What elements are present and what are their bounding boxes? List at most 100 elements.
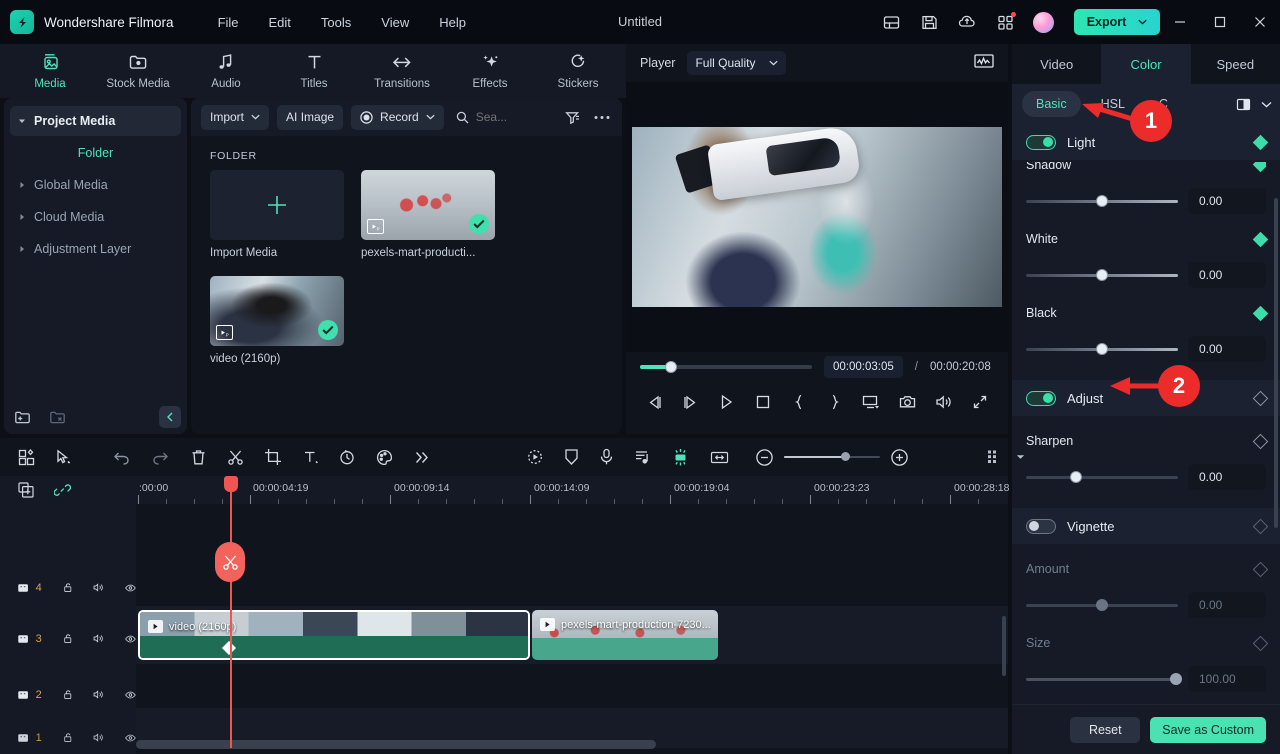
sidebar-item-adjustment-layer[interactable]: Adjustment Layer xyxy=(10,234,181,264)
window-minimize-button[interactable] xyxy=(1160,0,1200,44)
unlock-icon[interactable] xyxy=(63,580,73,595)
shadow-value[interactable]: 0.00 xyxy=(1188,188,1266,214)
menu-view[interactable]: View xyxy=(379,12,411,33)
white-keyframe-icon[interactable] xyxy=(1252,231,1269,247)
zoom-slider-handle[interactable] xyxy=(841,452,850,462)
more-icon[interactable] xyxy=(413,446,430,468)
video-stage[interactable] xyxy=(626,82,1008,352)
audio-on-icon[interactable] xyxy=(93,730,104,745)
fit-timeline-icon[interactable] xyxy=(710,446,729,468)
timeline-ruler[interactable]: :00:00 00:00:04:19 00:00:09:14 00:00:14:… xyxy=(136,476,1009,504)
menu-file[interactable]: File xyxy=(216,12,241,33)
subtab-curve[interactable]: C xyxy=(1145,91,1182,117)
ai-image-button[interactable]: AI Image xyxy=(277,104,344,130)
track-header-1[interactable]: 1 xyxy=(0,730,136,745)
reset-button[interactable]: Reset xyxy=(1070,716,1141,743)
voiceover-icon[interactable] xyxy=(599,446,614,468)
mark-out-icon[interactable] xyxy=(823,390,847,414)
select-tool-icon[interactable] xyxy=(55,446,72,468)
media-thumbnail[interactable]: P xyxy=(361,170,495,240)
tab-transitions[interactable]: Transitions xyxy=(370,52,434,90)
quality-select[interactable]: Full Quality xyxy=(687,51,787,75)
zoom-slider[interactable] xyxy=(784,452,880,462)
adjust-keyframe-icon[interactable] xyxy=(1252,390,1269,406)
mask-icon[interactable] xyxy=(564,446,579,468)
prev-frame-icon[interactable] xyxy=(642,390,666,414)
section-light[interactable]: Light xyxy=(1012,124,1280,160)
sharpen-slider[interactable] xyxy=(1026,471,1178,483)
eye-icon[interactable] xyxy=(125,633,136,645)
shadow-keyframe-icon[interactable] xyxy=(1252,162,1266,173)
search-box[interactable] xyxy=(456,110,528,124)
link-clips-icon[interactable] xyxy=(54,482,71,498)
tab-speed[interactable]: Speed xyxy=(1190,44,1280,84)
filter-icon[interactable] xyxy=(565,110,580,125)
text-icon[interactable] xyxy=(302,446,319,468)
track-header-2[interactable]: 2 xyxy=(0,687,136,702)
timeline-clip-pexels[interactable]: pexels-mart-production-7230... xyxy=(532,610,718,660)
light-toggle[interactable] xyxy=(1026,134,1056,150)
subtab-basic[interactable]: Basic xyxy=(1022,91,1081,117)
media-thumbnail[interactable]: P xyxy=(210,276,344,346)
track-header-4[interactable]: 4 xyxy=(0,580,136,595)
tab-video[interactable]: Video xyxy=(1012,44,1102,84)
fullscreen-icon[interactable] xyxy=(968,390,992,414)
current-timecode[interactable]: 00:00:03:05 xyxy=(824,356,903,378)
delete-folder-icon[interactable] xyxy=(49,409,66,426)
view-options-chevron-icon[interactable] xyxy=(1016,446,1025,468)
zoom-out-icon[interactable] xyxy=(755,448,774,467)
delete-icon[interactable] xyxy=(190,446,207,468)
color-icon[interactable] xyxy=(376,446,393,468)
redo-icon[interactable] xyxy=(151,446,170,468)
window-close-button[interactable] xyxy=(1240,0,1280,44)
mark-in-icon[interactable] xyxy=(787,390,811,414)
split-icon[interactable] xyxy=(227,446,244,468)
section-adjust[interactable]: Adjust xyxy=(1012,380,1280,416)
tab-stock-media[interactable]: Stock Media xyxy=(106,52,170,90)
layout-icon[interactable] xyxy=(876,7,906,37)
sidebar-item-project-media[interactable]: Project Media xyxy=(10,106,181,136)
media-item-import[interactable]: Import Media xyxy=(210,170,344,259)
collapse-panel-icon[interactable] xyxy=(159,406,181,428)
add-track-icon[interactable] xyxy=(18,482,34,498)
sidebar-item-folder[interactable]: Folder xyxy=(10,138,181,168)
view-options-icon[interactable] xyxy=(987,446,1004,468)
media-item-pexels[interactable]: P pexels-mart-producti... xyxy=(361,170,495,259)
export-button[interactable]: Export xyxy=(1074,9,1160,35)
sidebar-item-cloud-media[interactable]: Cloud Media xyxy=(10,202,181,232)
playhead[interactable] xyxy=(224,476,238,748)
sharpen-value[interactable]: 0.00 xyxy=(1188,464,1266,490)
properties-scrollbar[interactable] xyxy=(1274,198,1278,528)
cloud-upload-icon[interactable] xyxy=(952,7,982,37)
avatar[interactable] xyxy=(1028,7,1058,37)
import-media-tile[interactable] xyxy=(210,170,344,240)
tab-effects[interactable]: Effects xyxy=(458,52,522,90)
eye-icon[interactable] xyxy=(125,582,136,594)
play-icon[interactable] xyxy=(714,390,738,414)
tab-media[interactable]: Media xyxy=(18,52,82,90)
eye-icon[interactable] xyxy=(125,732,136,744)
audio-on-icon[interactable] xyxy=(93,631,104,646)
track-row-4[interactable] xyxy=(136,564,1008,606)
sidebar-item-global-media[interactable]: Global Media xyxy=(10,170,181,200)
new-folder-icon[interactable] xyxy=(14,409,31,426)
black-value[interactable]: 0.00 xyxy=(1188,336,1266,362)
tab-titles[interactable]: Titles xyxy=(282,52,346,90)
section-vignette[interactable]: Vignette xyxy=(1012,508,1280,544)
vignette-keyframe-icon[interactable] xyxy=(1252,518,1269,534)
menu-edit[interactable]: Edit xyxy=(267,12,293,33)
subtab-hsl[interactable]: HSL xyxy=(1087,91,1139,117)
unlock-icon[interactable] xyxy=(63,631,73,646)
track-row-3[interactable]: video (2160p) pexels-mart-production-723… xyxy=(136,606,1008,664)
stop-icon[interactable] xyxy=(751,390,775,414)
split-compare-icon[interactable] xyxy=(1236,97,1251,112)
audio-on-icon[interactable] xyxy=(93,580,104,595)
eye-icon[interactable] xyxy=(125,689,136,701)
search-input[interactable] xyxy=(475,110,528,124)
save-icon[interactable] xyxy=(914,7,944,37)
white-slider[interactable] xyxy=(1026,269,1178,281)
split-at-playhead-button[interactable] xyxy=(215,542,245,582)
track-row-empty-top[interactable] xyxy=(136,504,1008,564)
sharpen-keyframe-icon[interactable] xyxy=(1252,433,1269,449)
black-slider[interactable] xyxy=(1026,343,1178,355)
